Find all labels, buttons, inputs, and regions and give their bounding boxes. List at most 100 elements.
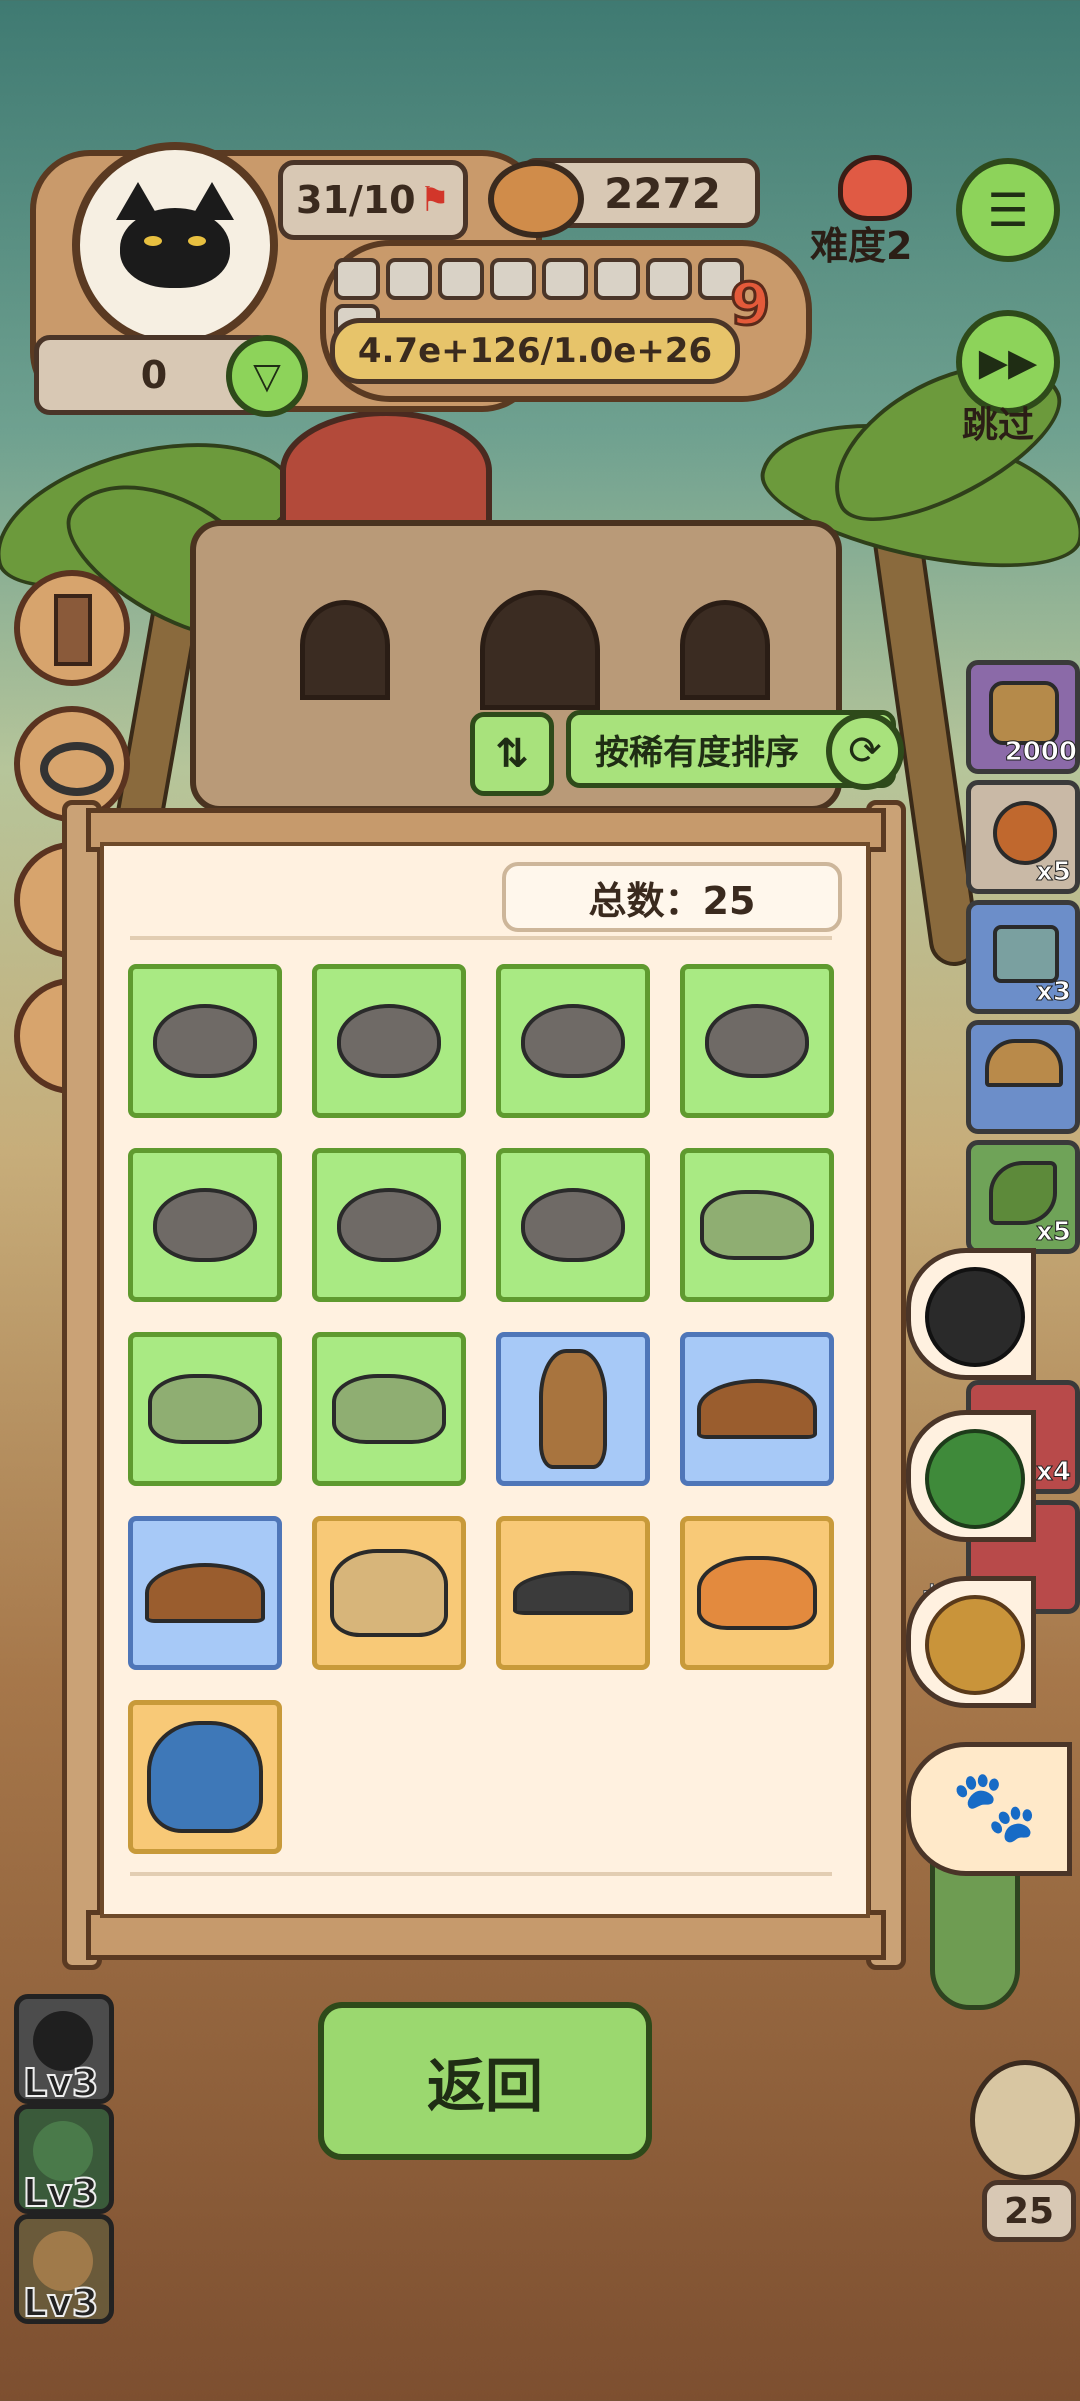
level-label: Lv3 <box>22 2170 99 2216</box>
building-dome <box>280 410 492 532</box>
armadillo-icon <box>153 1188 257 1262</box>
creature-card-triceratops[interactable] <box>312 1332 466 1486</box>
green-creature-icon <box>925 1429 1025 1529</box>
creature-card-armadillo[interactable] <box>312 1148 466 1302</box>
side-button-tower[interactable] <box>14 570 130 686</box>
level-number: 9 <box>728 269 771 340</box>
armadillo-icon <box>521 1004 625 1078</box>
triceratops-icon <box>700 1190 814 1260</box>
creature-card-armadillo[interactable] <box>496 964 650 1118</box>
difficulty-badge[interactable]: 难度2 <box>810 155 920 268</box>
scratch-post-icon <box>54 594 92 666</box>
armadillo-icon <box>521 1188 625 1262</box>
sort-order-toggle-button[interactable]: ⇅ <box>470 712 554 796</box>
score-dropdown-button[interactable]: ▽ <box>226 335 308 417</box>
scale-icon <box>993 925 1059 983</box>
skull-icon <box>925 1595 1025 1695</box>
tab-paw[interactable]: 🐾 <box>906 1742 1072 1876</box>
hedgehog-count: 25 <box>1003 2190 1055 2232</box>
creature-card-pterosaur[interactable] <box>496 1516 650 1670</box>
exp-bar: 4.7e+126/1.0e+26 <box>330 318 740 384</box>
stone-icon <box>989 681 1059 745</box>
pteranodon-icon <box>697 1379 817 1439</box>
collar-icon <box>40 742 114 796</box>
creature-card-armadillo[interactable] <box>680 964 834 1118</box>
raptor-icon <box>697 1556 817 1630</box>
building-window-1 <box>300 600 390 700</box>
refresh-sort-button[interactable]: ⟳ <box>826 712 904 790</box>
side-item-count: x5 <box>1036 857 1072 888</box>
side-item-count: x4 <box>1036 1457 1072 1488</box>
stage-progress-text: 31/10 <box>295 178 416 222</box>
creature-card-pteranodon[interactable] <box>680 1332 834 1486</box>
creature-card-dilophosaurus[interactable] <box>496 1332 650 1486</box>
paw-icon: 🐾 <box>951 1765 1039 1847</box>
return-button[interactable]: 返回 <box>318 2002 652 2160</box>
side-item-hut[interactable] <box>966 1020 1080 1134</box>
side-item-leaf-wrap[interactable]: x5 <box>966 1140 1080 1254</box>
side-item-count: 2000 <box>1004 737 1077 768</box>
device-icon <box>993 801 1057 865</box>
side-item-count: x3 <box>1036 977 1072 1008</box>
frame-post-right <box>866 800 906 1970</box>
player-avatar[interactable] <box>72 142 278 348</box>
creature-card-pteranodon[interactable] <box>128 1516 282 1670</box>
pteranodon-icon <box>145 1563 265 1623</box>
difficulty-label: 难度2 <box>810 224 913 268</box>
triceratops-icon <box>148 1374 262 1444</box>
total-count-text: 总数：25 <box>588 878 756 923</box>
armadillo-icon <box>337 1188 441 1262</box>
side-item-scale-device[interactable]: x5 <box>966 780 1080 894</box>
triceratops-icon <box>332 1374 446 1444</box>
building-window-2 <box>480 590 600 710</box>
side-item-count: x5 <box>1036 1217 1072 1248</box>
fast-forward-icon: ▶▶ <box>978 340 1038 384</box>
creature-card-armadillo[interactable] <box>312 964 466 1118</box>
level-badge-skull[interactable]: Lv3 <box>14 2214 114 2326</box>
level-badge-ghost[interactable]: Lv3 <box>14 1994 114 2106</box>
creature-card-sabertooth[interactable] <box>312 1516 466 1670</box>
flag-icon: ⚑ <box>419 180 451 220</box>
hut-icon <box>985 1039 1063 1087</box>
dilophosaurus-icon <box>539 1349 607 1469</box>
side-item-weighing-scale[interactable]: x3 <box>966 900 1080 1014</box>
refresh-icon: ⟳ <box>848 728 882 774</box>
score-value: 0 <box>140 353 168 397</box>
ghost-icon <box>925 1267 1025 1367</box>
creature-card-stegosaur[interactable] <box>128 1700 282 1854</box>
exp-text: 4.7e+126/1.0e+26 <box>357 331 713 371</box>
level-label: Lv3 <box>22 2060 99 2106</box>
tab-green-creature[interactable] <box>906 1410 1036 1542</box>
coin-count-text: 2272 <box>604 168 721 218</box>
armadillo-icon <box>153 1004 257 1078</box>
tab-ghost[interactable] <box>906 1248 1036 1380</box>
side-item-stone-box[interactable]: 2000 <box>966 660 1080 774</box>
level-label: Lv3 <box>22 2280 99 2326</box>
skip-label: 跳过 <box>962 405 1035 446</box>
hedgehog-counter[interactable]: 25 <box>966 2060 1080 2242</box>
chevron-down-icon: ▽ <box>253 355 281 397</box>
return-label: 返回 <box>426 2052 543 2120</box>
divider-bottom <box>130 1872 832 1876</box>
pterosaur-icon <box>513 1571 633 1615</box>
creature-card-triceratops[interactable] <box>680 1148 834 1302</box>
frame-post-left <box>62 800 102 1970</box>
cat-face-icon <box>116 182 234 288</box>
creature-card-triceratops[interactable] <box>128 1332 282 1486</box>
stage-progress-pill: 31/10 ⚑ <box>278 160 468 240</box>
level-badge-green[interactable]: Lv3 <box>14 2104 114 2216</box>
hedgehog-count-pill: 25 <box>982 2180 1076 2242</box>
tab-skull[interactable] <box>906 1576 1036 1708</box>
menu-button[interactable]: ☰ <box>956 158 1060 262</box>
total-count-box: 总数：25 <box>502 862 842 932</box>
armadillo-icon <box>705 1004 809 1078</box>
list-icon: ☰ <box>987 183 1029 237</box>
flower-icon <box>838 155 912 221</box>
creature-card-armadillo[interactable] <box>128 1148 282 1302</box>
sort-by-rarity-label: 按稀有度排序 <box>595 732 799 773</box>
creature-card-armadillo[interactable] <box>496 1148 650 1302</box>
coin-bowl-icon <box>488 160 584 238</box>
creature-card-armadillo[interactable] <box>128 964 282 1118</box>
stegosaur-icon <box>147 1721 263 1833</box>
creature-card-raptor[interactable] <box>680 1516 834 1670</box>
